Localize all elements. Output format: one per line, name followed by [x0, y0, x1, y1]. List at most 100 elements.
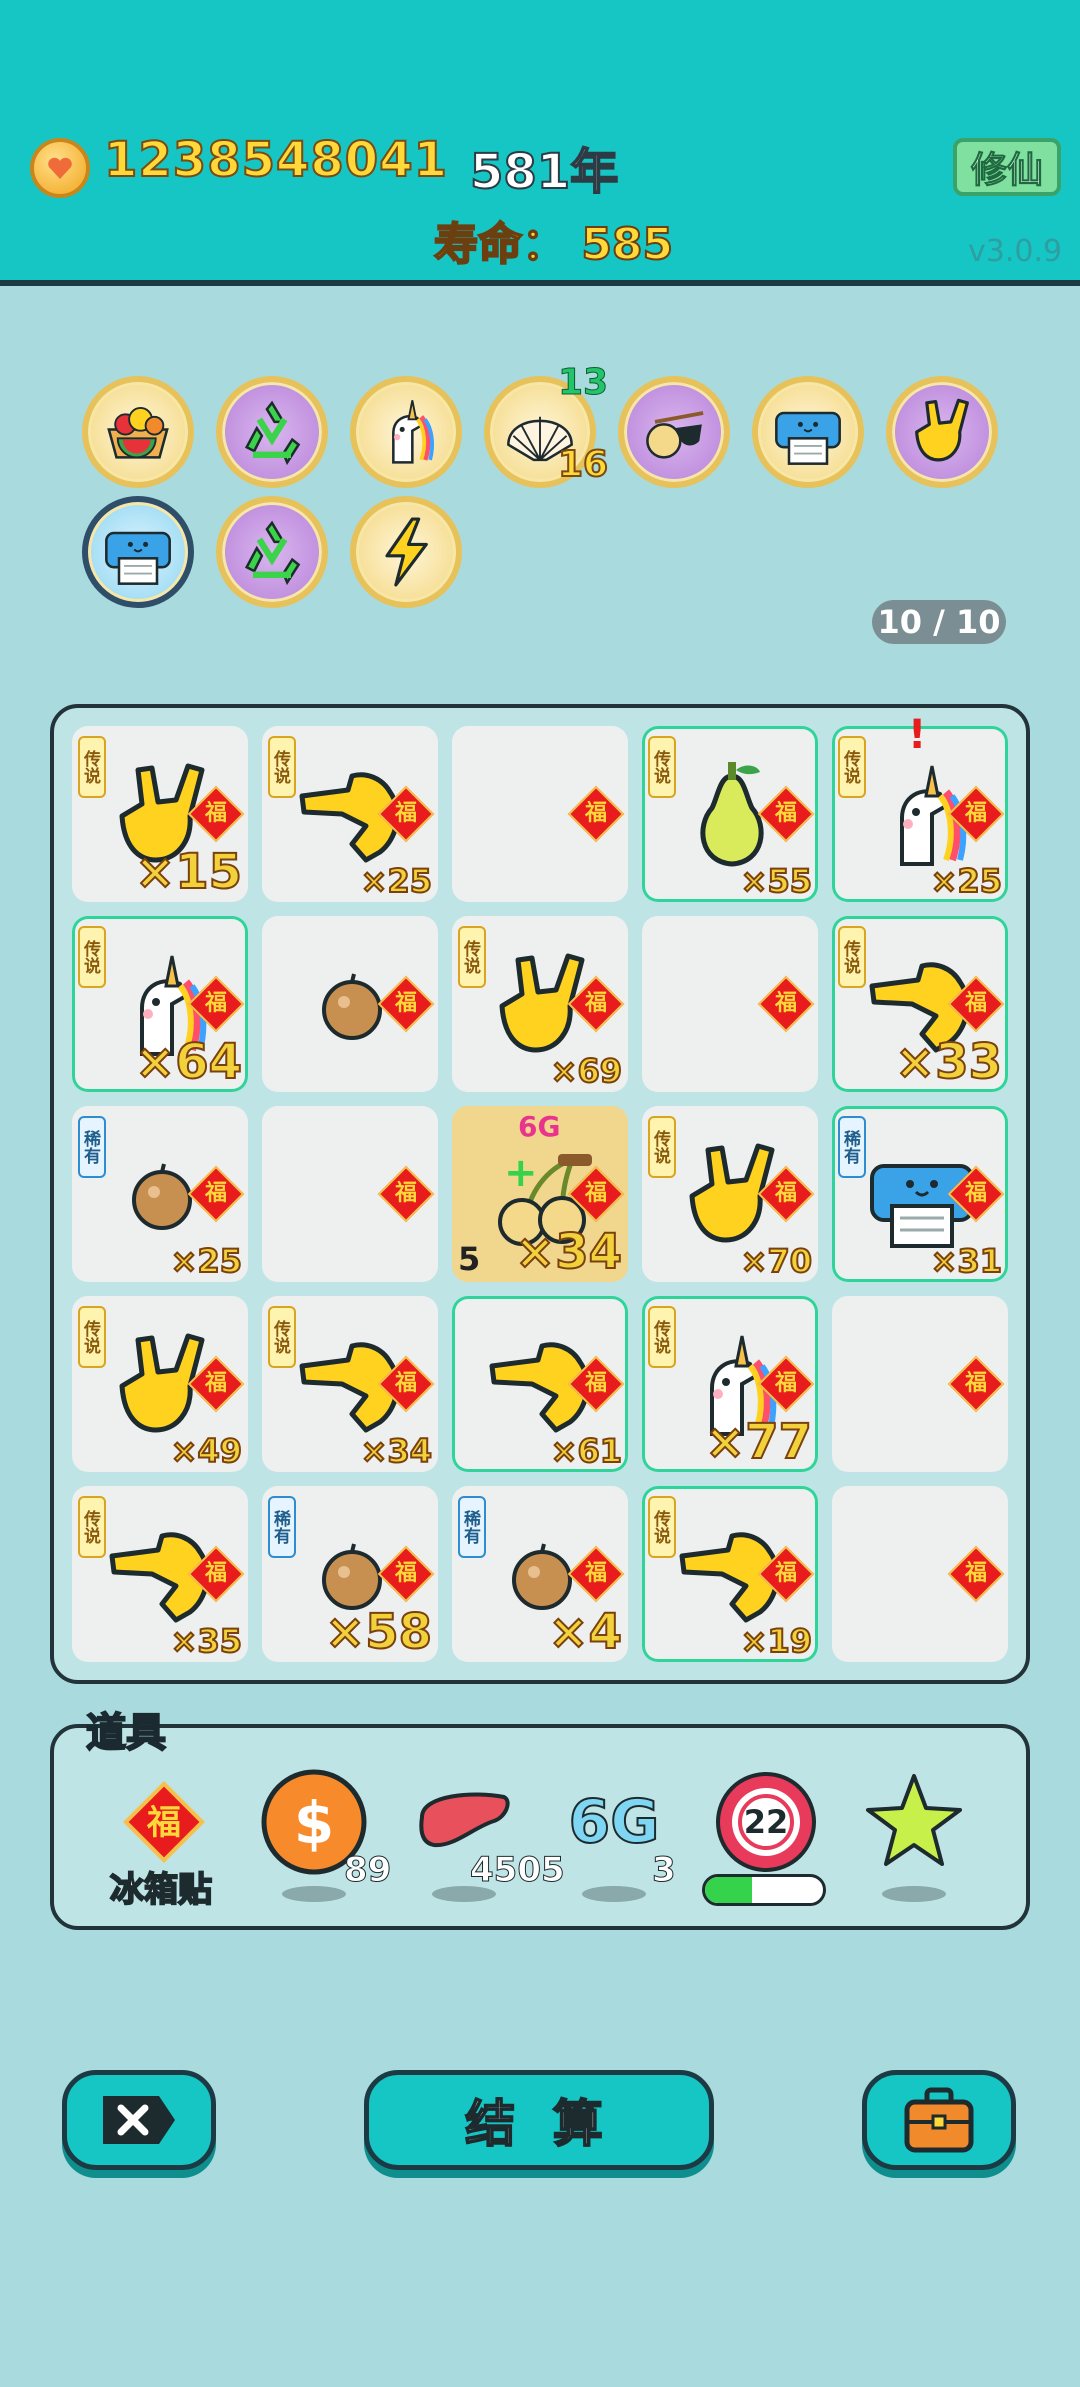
grid-cell[interactable]: 传说福 ×69 [452, 916, 628, 1092]
item-count: ×25 [170, 1241, 243, 1281]
close-icon [103, 2096, 175, 2144]
sunglasses-fruit-icon [646, 411, 704, 459]
star-tool[interactable] [854, 1762, 974, 1882]
grid-cell[interactable]: 传说福 ×55 [642, 726, 818, 902]
rarity-tag: 传说 [648, 1306, 676, 1368]
grid-cell[interactable]: 传说福 ×49 [72, 1296, 248, 1472]
header-divider [0, 280, 1080, 286]
rarity-tag: 传说 [648, 736, 676, 798]
rarity-tag: 传说 [78, 926, 106, 988]
buff-top-number: 13 [557, 362, 609, 404]
rarity-tag: 传说 [268, 736, 296, 798]
tools-title: 道具 [85, 1709, 167, 1757]
alert-mark: ! [908, 712, 927, 758]
rarity-tag: 传说 [648, 1116, 676, 1178]
grid-cell[interactable]: 传说福 ×25! [832, 712, 1008, 902]
svg-text:福: 福 [146, 1803, 181, 1843]
liver-icon [419, 1792, 510, 1848]
grid-cell[interactable]: 福 [262, 916, 438, 1092]
rarity-tag: 稀有 [458, 1496, 486, 1558]
rarity-tag: 传说 [78, 1496, 106, 1558]
grid-cell[interactable]: 稀有福 ×4 [452, 1486, 628, 1662]
grid-cell[interactable]: 传说福 ×33 [832, 916, 1008, 1092]
lightning-icon [385, 517, 428, 587]
unicorn-icon [392, 400, 435, 464]
cancel-button[interactable] [62, 2070, 216, 2170]
grid-cell[interactable]: 福 ×61 [452, 1296, 628, 1472]
item-count: ×25 [930, 861, 1003, 901]
item-count: ×58 [324, 1603, 433, 1661]
rock-hand-icon [915, 398, 969, 462]
briefcase-icon [904, 2087, 974, 2153]
coin-count: 1238548041 [103, 131, 448, 189]
rarity-tag: 传说 [838, 736, 866, 798]
buff-sunglasses-fruit-icon[interactable] [618, 376, 730, 488]
rarity-tag: 传说 [458, 926, 486, 988]
rarity-tag: 传说 [648, 1496, 676, 1558]
grid-cell[interactable]: 传说福 ×19 [642, 1486, 818, 1662]
fruit-basket-icon [107, 406, 169, 459]
item-count: ×77 [704, 1413, 813, 1471]
recycle-icon [244, 520, 301, 586]
printer-icon [105, 531, 171, 585]
buff-recycle-icon[interactable] [216, 496, 328, 608]
item-count: ×31 [930, 1241, 1003, 1281]
fu-icon: 福 [122, 1780, 206, 1864]
lifespan-counter: 寿命： 585 [433, 218, 674, 271]
item-count: ×35 [170, 1621, 243, 1661]
grid-cell[interactable]: 福 [262, 1106, 438, 1282]
grid-cell[interactable]: 福 [452, 726, 628, 902]
6g-icon: 6G [568, 1786, 661, 1858]
xiuxian-button[interactable]: 修仙 [953, 138, 1061, 196]
grid-cell[interactable]: 传说福 ×34 [262, 1296, 438, 1472]
grid-cell[interactable]: 传说福 ×70 [642, 1106, 818, 1282]
upgrade-badge: 6G [518, 1110, 561, 1143]
grid-cell[interactable]: 传说福 ×15 [72, 726, 248, 902]
rarity-tag: 稀有 [268, 1496, 296, 1558]
buff-bottom-number: 16 [557, 443, 609, 486]
grid-cell[interactable]: 传说福 ×64 [72, 916, 248, 1092]
grid-cell[interactable]: 福 [832, 1296, 1008, 1472]
fridge-magnet-label: 冰箱贴 [109, 1869, 213, 1911]
item-count: ×33 [894, 1033, 1003, 1091]
rarity-tag: 稀有 [838, 1116, 866, 1178]
buff-printer-icon[interactable] [752, 376, 864, 488]
settle-button[interactable]: 结 算 [364, 2070, 714, 2170]
item-count: ×19 [740, 1621, 813, 1661]
grid-cell[interactable]: ++福×3456G [452, 1106, 628, 1282]
buff-recycle-icon[interactable] [216, 376, 328, 488]
grid-cell[interactable]: 福 [642, 916, 818, 1092]
item-count: ×34 [514, 1223, 623, 1281]
rarity-tag: 传说 [78, 736, 106, 798]
grid-cell[interactable]: 传说福 ×35 [72, 1486, 248, 1662]
rarity-tag: 传说 [268, 1306, 296, 1368]
item-count: ×64 [134, 1033, 243, 1091]
buff-printer-icon[interactable] [82, 496, 194, 608]
grid-cell[interactable]: 传说福 ×77 [642, 1296, 818, 1472]
progress-fill [705, 1877, 753, 1903]
year-counter: 581年 [469, 143, 619, 201]
target-icon: 22 [716, 1772, 816, 1872]
item-count: ×49 [170, 1431, 243, 1471]
rarity-tag: 稀有 [78, 1116, 106, 1178]
liver-count: 4505 [470, 1850, 566, 1891]
buff-lightning-icon[interactable] [350, 496, 462, 608]
inventory-button[interactable] [862, 2070, 1016, 2170]
grid-cell[interactable]: 稀有福 ×25 [72, 1106, 248, 1282]
printer-icon [775, 411, 841, 465]
tool-shadow [882, 1886, 946, 1902]
rarity-tag: 传说 [838, 926, 866, 988]
star-icon [866, 1774, 962, 1866]
grid-cell[interactable]: 福 [832, 1486, 1008, 1662]
buff-unicorn-icon[interactable] [350, 376, 462, 488]
grid-cell[interactable]: 稀有福 ×58 [262, 1486, 438, 1662]
item-count: ×55 [740, 861, 813, 901]
coin-icon [30, 138, 90, 198]
grid-cell[interactable]: 传说福 ×25 [262, 726, 438, 902]
buff-rock-hand-icon[interactable] [886, 376, 998, 488]
grid-cell[interactable]: 稀有福 ×31 [832, 1106, 1008, 1282]
buff-fruit-basket-icon[interactable] [82, 376, 194, 488]
recycle-icon [244, 400, 301, 466]
target-progress-bar [702, 1874, 826, 1906]
target-tool[interactable]: 22 [706, 1762, 826, 1882]
